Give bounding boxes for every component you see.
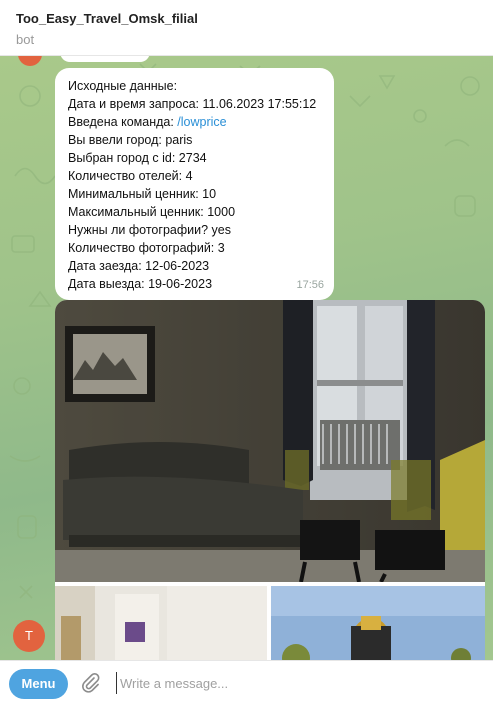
- command-link[interactable]: /lowprice: [177, 115, 226, 129]
- message-line: Нужны ли фотографии? yes: [68, 223, 231, 237]
- message-line: Дата и время запроса: 11.06.2023 17:55:1…: [68, 97, 317, 111]
- menu-button[interactable]: Menu: [9, 669, 68, 699]
- message-time: 17:56: [296, 279, 324, 291]
- message-line: Дата заезда: 12-06-2023: [68, 259, 210, 273]
- message-line: Минимальный ценник: 10: [68, 187, 217, 201]
- chat-title: Too_Easy_Travel_Omsk_filial: [16, 11, 198, 26]
- message-line: Количество отелей: 4: [68, 169, 193, 183]
- message-line: Дата выезда: 19-06-2023: [68, 277, 213, 291]
- message-line: Введена команда: /lowprice: [68, 113, 321, 131]
- command-label: Введена команда:: [68, 115, 178, 129]
- message-line: Исходные данные:: [68, 79, 178, 93]
- hotel-exterior-photo[interactable]: [271, 586, 485, 660]
- chat-header[interactable]: Too_Easy_Travel_Omsk_filial bot: [0, 0, 493, 56]
- hotel-room-photo[interactable]: [55, 300, 485, 582]
- paperclip-icon[interactable]: [80, 672, 100, 694]
- previous-message-bubble: [60, 56, 150, 62]
- message-line: Вы ввели город: paris: [68, 133, 193, 147]
- message-line: Выбран город с id: 2734: [68, 151, 207, 165]
- hotel-room-photo-2[interactable]: [55, 586, 267, 660]
- bot-avatar[interactable]: T: [13, 620, 45, 652]
- chat-subtitle: bot: [16, 32, 35, 47]
- chat-area[interactable]: Исходные данные: Дата и время запроса: 1…: [0, 56, 493, 660]
- message-line: Количество фотографий: 3: [68, 241, 225, 255]
- message-input[interactable]: [116, 672, 480, 694]
- message-composer: Menu: [0, 660, 493, 702]
- message-bubble[interactable]: Исходные данные: Дата и время запроса: 1…: [55, 68, 334, 300]
- photo-album: [55, 300, 485, 660]
- message-line: Максимальный ценник: 1000: [68, 205, 236, 219]
